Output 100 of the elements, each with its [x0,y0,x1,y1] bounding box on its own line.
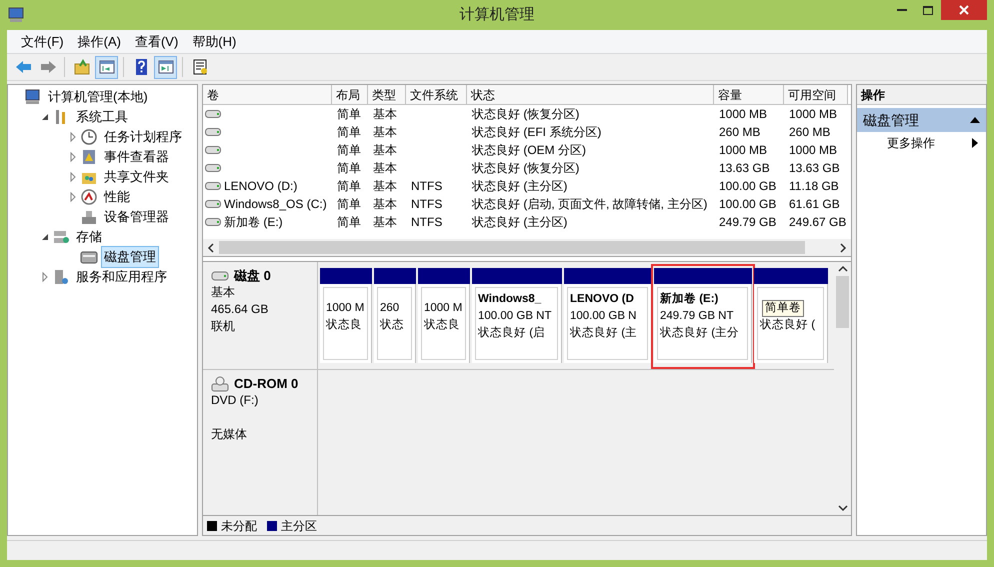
close-icon [959,5,969,15]
column-header[interactable]: 文件系统 [406,85,467,104]
table-cell-text: 简单 [337,142,361,159]
table-cell-text: 简单 [337,196,361,213]
table-cell-text: 260 MB [789,124,830,141]
column-header[interactable]: 类型 [368,85,406,104]
tree-item[interactable]: 计算机管理(本地) [45,86,151,108]
column-header[interactable]: 布局 [332,85,368,104]
partition-box[interactable]: Windows8_ 100.00 GB NT 状态良好 (启 [472,284,562,363]
gauge-icon [80,188,98,206]
table-cell-text: 1000 MB [719,142,768,159]
cd-drive-icon [211,376,229,392]
disk-type: DVD (F:) [211,392,260,409]
partition-box[interactable]: 1000 M 状态良 [418,284,470,363]
vertical-scrollbar[interactable] [834,262,851,515]
table-cell-text: 11.18 GB [789,178,839,195]
partition-size: 249.79 GB NT [660,309,735,324]
menu-item[interactable]: 帮助(H) [186,32,242,52]
back-arrow-icon [14,58,32,76]
scrollbar-thumb[interactable] [836,276,849,328]
properties-icon [190,58,208,76]
column-header[interactable]: 状态 [467,85,714,104]
table-cell-text: 简单 [337,106,361,123]
drive-icon [205,109,221,119]
drive-icon [205,163,221,173]
drive-icon [205,127,221,137]
toolbar-button[interactable] [154,56,177,78]
partition-box[interactable]: 1000 M 状态良 [320,284,372,363]
event-log-icon [80,148,98,166]
tree-item[interactable]: 事件查看器 [101,146,172,168]
table-cell-text: 简单 [337,124,361,141]
menu-item[interactable]: 文件(F) [15,32,70,52]
maximize-icon [923,6,933,14]
table-cell-text: 简单 [337,214,361,231]
table-cell-text: 1000 MB [789,142,838,159]
pane-icon [98,58,116,76]
close-button[interactable] [941,0,987,20]
actions-section-header[interactable]: 磁盘管理 [857,108,986,132]
partition-box[interactable]: LENOVO (D 100.00 GB N 状态良好 (主 [564,284,652,363]
table-cell-text: NTFS [411,214,442,231]
table-cell-text: Windows8_OS (C:) [224,196,327,213]
disk-status: 无媒体 [211,426,248,443]
partition-box[interactable]: 新加卷 (E:) 249.79 GB NT 状态良好 (主分 [654,284,752,363]
table-cell-text: 基本 [373,214,397,231]
disk-size: 465.64 GB [211,301,270,318]
minimize-icon [897,9,907,11]
drive-icon [205,181,221,191]
forward-arrow-icon [38,58,56,76]
table-cell-text: 简单 [337,160,361,177]
window-title: 计算机管理 [460,4,534,25]
tree-item[interactable]: 磁盘管理 [101,246,159,268]
legend-label: 主分区 [281,518,317,534]
table-cell-text: 状态良好 (启动, 页面文件, 故障转储, 主分区) [472,196,708,213]
table-cell-text: 状态良好 (恢复分区) [472,160,580,177]
partition-size: 260 [380,300,400,316]
tree-item[interactable]: 服务和应用程序 [73,266,170,288]
partition-status: 状态良好 (主分 [660,325,740,341]
action-item[interactable]: 更多操作 [857,132,986,154]
scrollbar-thumb[interactable] [219,241,805,254]
partition-size: 1000 M [424,300,463,316]
computer-icon [24,88,42,106]
tree-item[interactable]: 性能 [101,186,133,208]
partition-status: 状态 [380,318,405,332]
toolbar-button[interactable] [95,56,118,78]
column-header[interactable]: 容量 [714,85,784,104]
legend-label: 未分配 [221,518,257,534]
table-cell-text: 基本 [373,196,397,213]
partition-header-bar [418,268,470,284]
disk-name: CD-ROM 0 [234,375,298,392]
table-cell-text: 状态良好 (恢复分区) [472,106,580,123]
drive-icon [205,145,221,155]
column-header[interactable]: 可用空间 [784,85,848,104]
tree-item[interactable]: 任务计划程序 [101,126,185,148]
table-cell-text: LENOVO (D:) [224,178,298,195]
partition-box[interactable]: 260 状态 [374,284,416,363]
table-cell-text: NTFS [411,178,442,195]
partition-status: 状态良 [424,318,461,332]
actions-section-title: 磁盘管理 [863,110,919,130]
table-cell-text: 249.79 GB [719,214,776,231]
tree-item[interactable]: 存储 [73,226,105,248]
table-cell-text: 基本 [373,178,397,195]
column-header[interactable]: 卷 [203,85,332,104]
tree-item[interactable]: 共享文件夹 [101,166,172,188]
table-cell-text: 状态良好 (主分区) [472,214,568,231]
partition-status: 状态良好 ( [760,318,816,332]
tree-item[interactable]: 系统工具 [73,106,131,128]
partition-name: Windows8_ [478,292,542,307]
partition-box[interactable]: 简单卷 状态良好 ( [754,284,828,363]
action-label: 更多操作 [887,135,935,152]
app-icon [7,6,25,24]
pane-icon [156,58,174,76]
table-cell-text: 状态良好 (EFI 系统分区) [472,124,602,141]
disk-status: 联机 [211,318,236,335]
menu-item[interactable]: 查看(V) [128,32,184,52]
horizontal-scrollbar[interactable] [203,239,851,256]
table-cell-text: 基本 [373,106,397,123]
tree-item[interactable]: 设备管理器 [101,206,172,228]
partition-name: LENOVO (D [570,292,635,307]
table-cell-text: 简单 [337,178,361,195]
menu-item[interactable]: 操作(A) [72,32,127,52]
